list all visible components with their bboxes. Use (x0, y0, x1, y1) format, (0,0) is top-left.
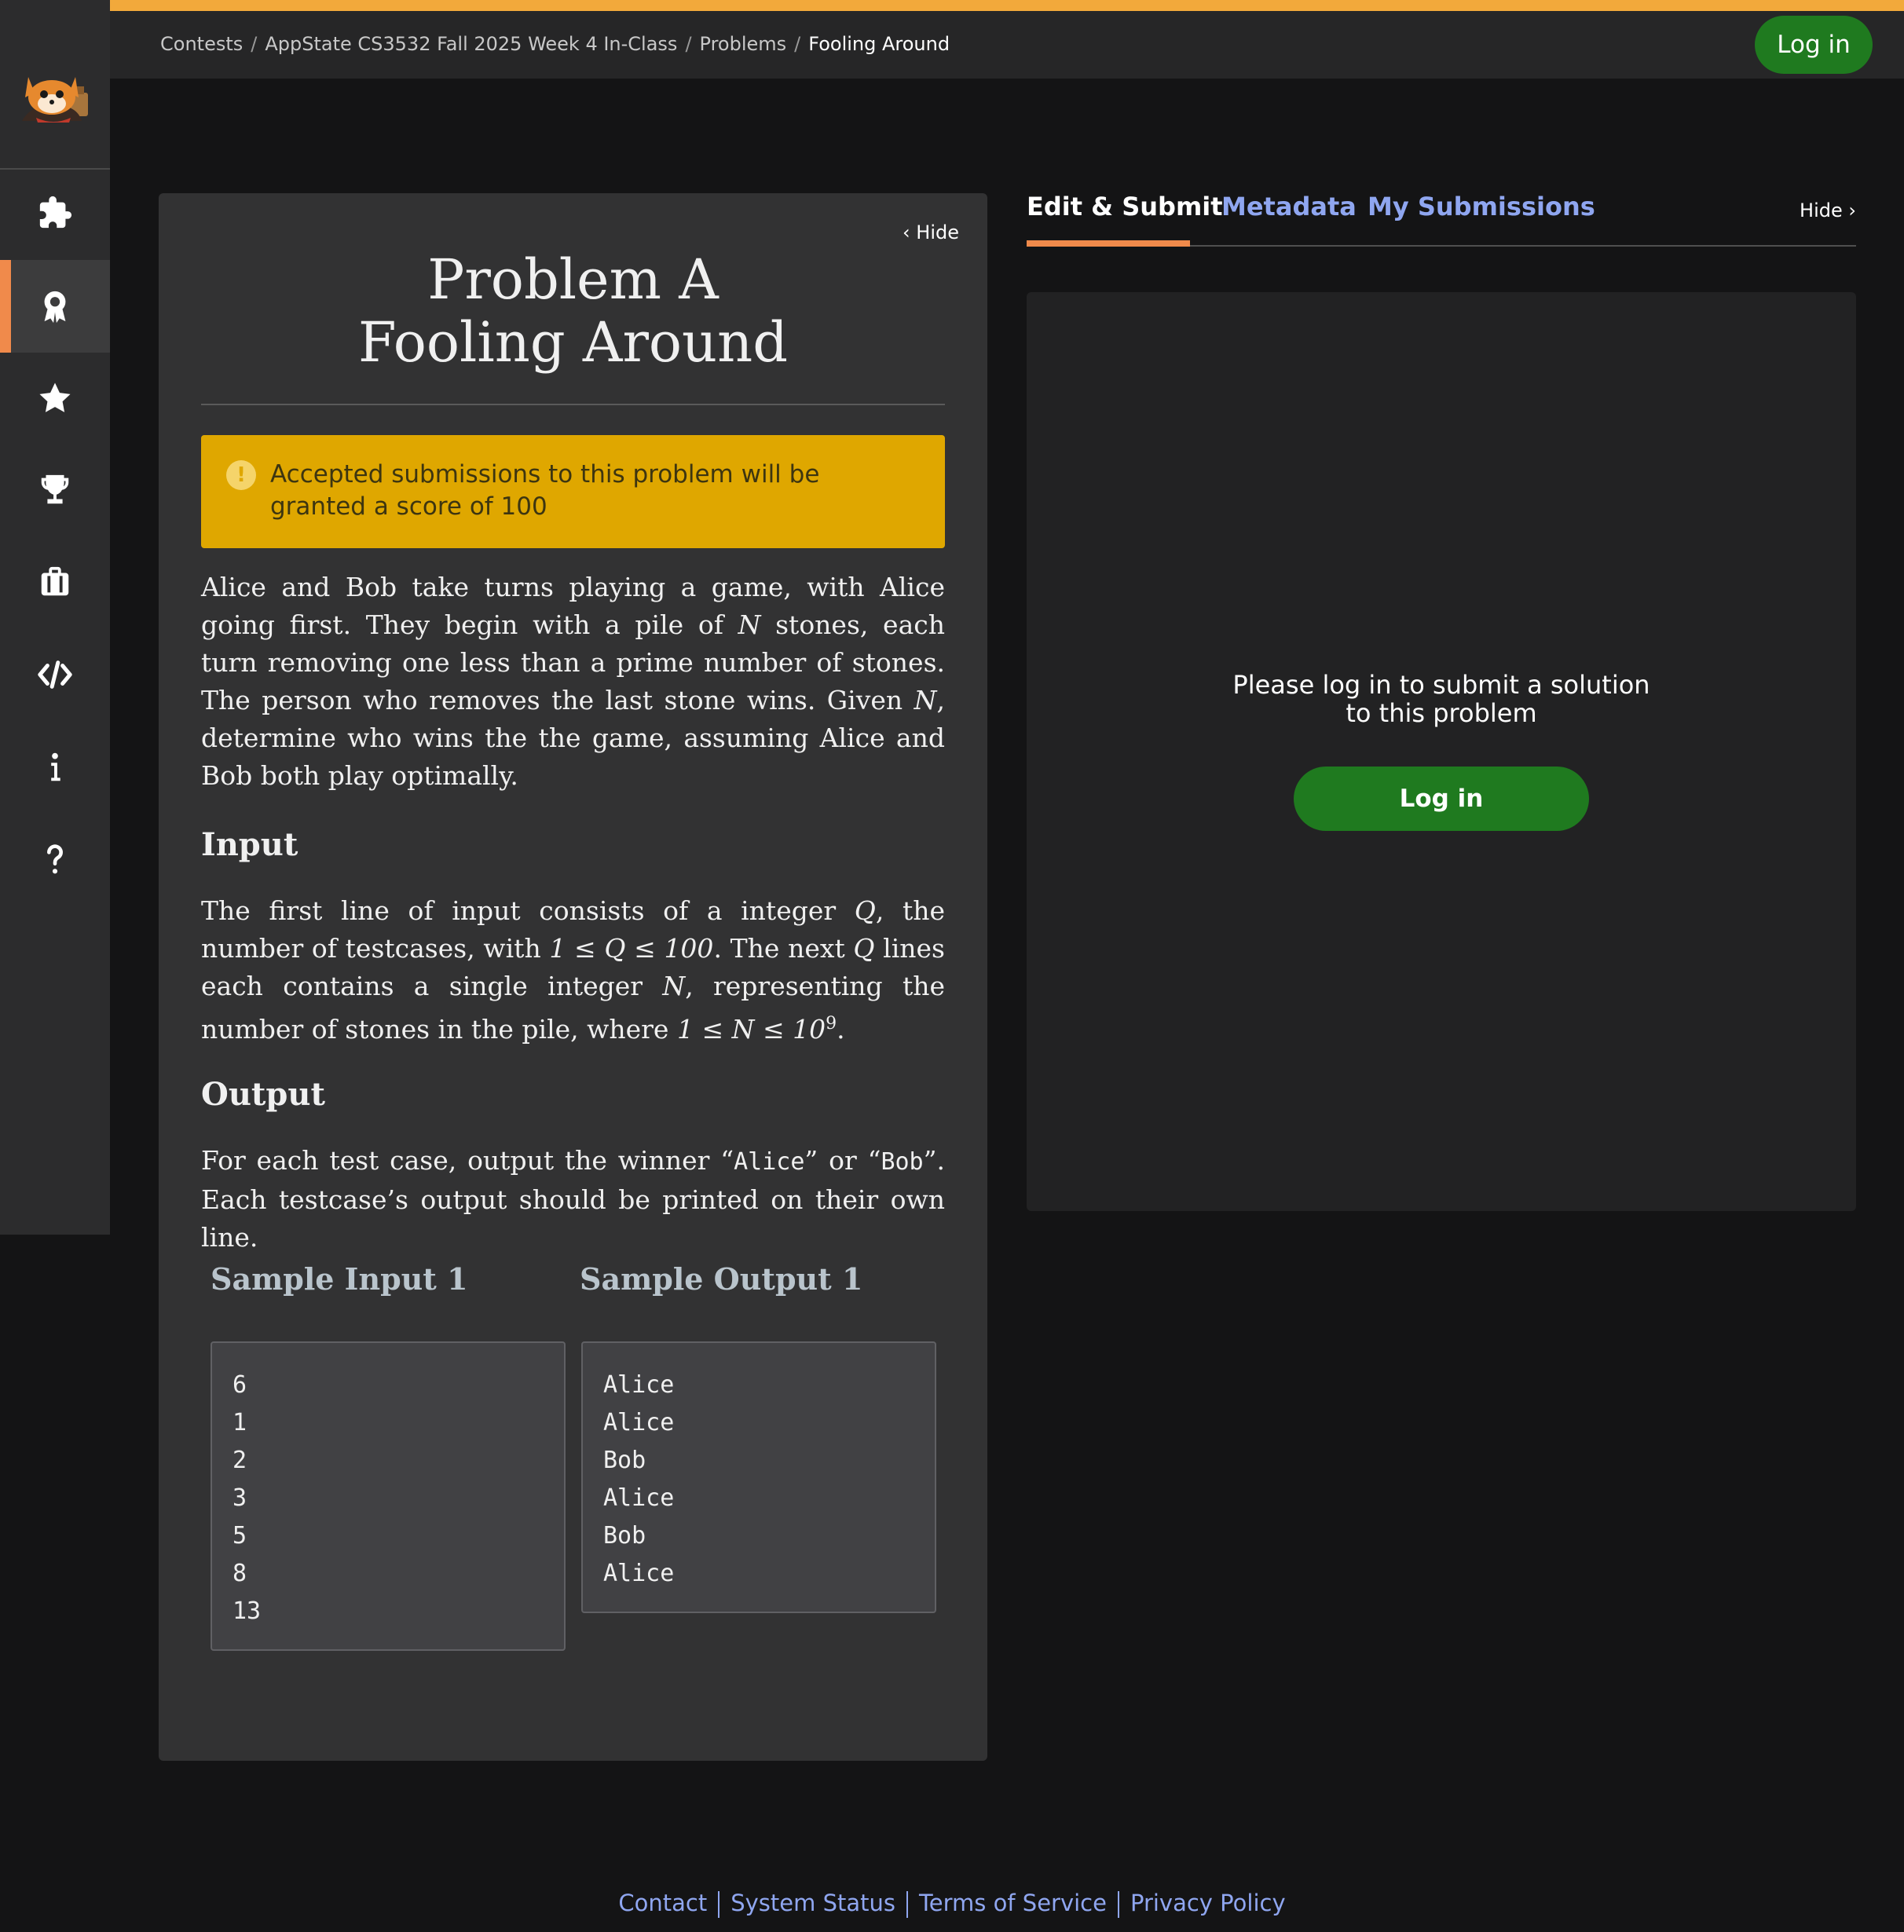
sidebar-item-jobs[interactable] (0, 536, 110, 628)
tab-my-submissions[interactable]: My Submissions (1368, 192, 1595, 221)
sidebar-item-contests[interactable] (0, 260, 110, 353)
title-divider (201, 404, 945, 405)
info-icon (51, 752, 60, 781)
breadcrumb-separator: / (794, 33, 801, 55)
math-var: N (662, 971, 686, 1001)
briefcase-icon (41, 566, 69, 596)
breadcrumb-problems[interactable]: Problems (700, 33, 787, 55)
breadcrumb-contest[interactable]: AppState CS3532 Fall 2025 Week 4 In-Clas… (265, 33, 677, 55)
math-expr: 1 ≤ Q ≤ 100 (549, 933, 714, 964)
star-icon (39, 382, 71, 412)
score-alert: ! Accepted submissions to this problem w… (201, 435, 945, 548)
footer-link-privacy[interactable]: Privacy Policy (1119, 1890, 1297, 1918)
sidebar-item-ranklists[interactable] (0, 444, 110, 536)
sidebar (0, 0, 110, 1235)
code-alice: Alice (734, 1148, 805, 1176)
input-text: The first line of input consists of a in… (201, 895, 855, 926)
sidebar-item-info[interactable] (0, 721, 110, 814)
trophy-icon (41, 474, 69, 504)
submission-tabs: Edit & Submit Metadata My Submissions Hi… (1027, 188, 1856, 247)
math-var: Q (854, 895, 876, 926)
hide-label: Hide (916, 221, 959, 243)
input-heading: Input (201, 826, 298, 863)
score-alert-text: Accepted submissions to this problem wil… (270, 460, 820, 521)
submit-panel: Please log in to submit a solution to th… (1027, 292, 1856, 1211)
output-description: For each test case, output the winner “A… (201, 1142, 945, 1257)
login-button[interactable]: Log in (1294, 767, 1589, 831)
top-accent-bar (110, 0, 1904, 11)
hide-label: Hide (1800, 199, 1843, 221)
tab-metadata[interactable]: Metadata (1221, 192, 1357, 221)
top-bar: Contests / AppState CS3532 Fall 2025 Wee… (110, 11, 1904, 79)
code-bob: Bob (881, 1148, 924, 1176)
math-var: N (738, 609, 761, 640)
sample-input-heading: Sample Input 1 (211, 1261, 468, 1297)
math-expr: 1 ≤ N ≤ 10 (676, 1014, 826, 1045)
tab-edit-submit[interactable]: Edit & Submit (1027, 192, 1223, 221)
sidebar-item-problems[interactable] (0, 166, 110, 259)
problem-title: Problem A Fooling Around (159, 248, 987, 374)
badge-icon (44, 291, 66, 324)
problem-name: Fooling Around (357, 310, 789, 375)
sample-input-box[interactable]: 6 1 2 3 5 8 13 (211, 1341, 566, 1651)
breadcrumb-separator: / (251, 33, 258, 55)
sample-output-box[interactable]: Alice Alice Bob Alice Bob Alice (581, 1341, 936, 1613)
site-logo[interactable] (14, 66, 96, 126)
footer-link-status[interactable]: System Status (719, 1890, 906, 1918)
output-text: ” or “ (804, 1145, 881, 1176)
breadcrumb: Contests / AppState CS3532 Fall 2025 Wee… (160, 33, 950, 55)
login-message: Please log in to submit a solution to th… (1027, 671, 1856, 727)
puzzle-icon (39, 196, 72, 229)
code-icon (38, 660, 72, 689)
breadcrumb-separator: / (685, 33, 692, 55)
chevron-right-icon: › (1848, 199, 1856, 221)
problem-statement: Alice and Bob take turns playing a game,… (201, 569, 945, 795)
sample-output-heading: Sample Output 1 (580, 1261, 863, 1297)
problem-letter: Problem A (427, 247, 719, 312)
header-login-button[interactable]: Log in (1755, 16, 1873, 74)
math-var: Q (853, 933, 875, 964)
sidebar-item-challenge[interactable] (0, 352, 110, 445)
exclamation-icon: ! (226, 460, 256, 490)
chevron-left-icon: ‹ (903, 221, 910, 243)
question-icon (47, 844, 63, 874)
breadcrumb-current: Fooling Around (808, 33, 950, 55)
footer-link-terms[interactable]: Terms of Service (908, 1890, 1118, 1918)
output-heading: Output (201, 1076, 325, 1113)
math-exponent: 9 (826, 1014, 837, 1034)
footer-link-contact[interactable]: Contact (607, 1890, 718, 1918)
login-message-text: Please log in to submit a solution to th… (1232, 670, 1650, 728)
output-text: For each test case, output the winner “ (201, 1145, 734, 1176)
sidebar-item-help[interactable] (0, 813, 110, 906)
active-tab-indicator (1027, 240, 1190, 247)
problem-panel: ‹ Hide Problem A Fooling Around ! Accept… (159, 193, 987, 1761)
hide-problem-button[interactable]: ‹ Hide (903, 221, 959, 243)
footer: Contact System Status Terms of Service P… (0, 1890, 1904, 1918)
sidebar-item-languages[interactable] (0, 628, 110, 721)
math-var: N (914, 685, 937, 715)
input-text: . The next (713, 933, 854, 964)
input-text: . (837, 1014, 845, 1045)
hide-submit-button[interactable]: Hide › (1800, 199, 1856, 221)
input-description: The first line of input consists of a in… (201, 892, 945, 1048)
breadcrumb-contests[interactable]: Contests (160, 33, 243, 55)
